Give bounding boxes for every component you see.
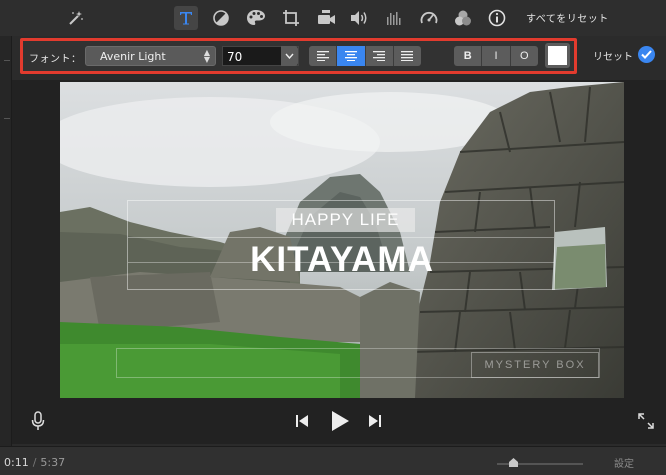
main-title-text[interactable]: KITAYAMA (60, 240, 624, 280)
filter-icon[interactable] (451, 6, 475, 30)
font-size-value: 70 (227, 50, 243, 64)
color-balance-icon[interactable] (209, 6, 233, 30)
panel-divider (4, 60, 10, 61)
font-family-select[interactable]: Avenir Light ▲ ▼ (85, 46, 216, 66)
subtitle-text[interactable]: HAPPY LIFE (276, 208, 415, 232)
speed-icon[interactable] (417, 6, 441, 30)
skip-back-icon[interactable] (294, 413, 310, 429)
camera-stabilization-icon[interactable] (314, 6, 338, 30)
timecode: 0:11/5:37 (4, 456, 65, 469)
time-separator: / (32, 456, 37, 469)
video-preview[interactable]: HAPPY LIFE KITAYAMA MYSTERY BOX (60, 82, 624, 398)
reset-button[interactable]: リセット (593, 48, 633, 63)
title-text-icon[interactable] (174, 6, 198, 30)
color-palette-icon[interactable] (244, 6, 268, 30)
align-justify-icon (401, 51, 414, 61)
chevron-down-icon[interactable] (281, 46, 298, 66)
font-size-field[interactable]: 70 (222, 46, 299, 66)
equalizer-icon[interactable] (382, 6, 406, 30)
play-icon[interactable] (328, 409, 352, 433)
total-time: 5:37 (40, 456, 66, 469)
left-panel-edge (0, 0, 12, 475)
watermark-text: MYSTERY BOX (471, 352, 599, 378)
color-swatch (548, 46, 567, 65)
align-right-icon (373, 51, 386, 61)
magic-wand-icon[interactable] (64, 6, 88, 30)
align-justify-button[interactable] (393, 46, 421, 66)
volume-icon[interactable] (347, 6, 371, 30)
bold-button[interactable]: B (454, 46, 483, 66)
fullscreen-icon[interactable] (637, 412, 655, 430)
crop-icon[interactable] (279, 6, 303, 30)
current-time: 0:11 (4, 456, 29, 469)
skip-forward-icon[interactable] (367, 413, 383, 429)
text-style-group: B I O (454, 46, 538, 66)
text-alignment-group (309, 46, 421, 66)
align-left-icon (316, 51, 329, 61)
reset-all-button[interactable]: すべてをリセット (526, 10, 609, 25)
text-color-well[interactable] (545, 43, 570, 68)
info-icon[interactable] (485, 6, 509, 30)
align-center-button[interactable] (337, 46, 366, 66)
font-label: フォント： (29, 54, 82, 65)
settings-button[interactable]: 設定 (614, 455, 634, 470)
align-center-icon (344, 51, 357, 61)
up-down-chevron-icon: ▲ ▼ (203, 48, 210, 64)
status-bar: 0:11/5:37 設定 (0, 446, 666, 475)
font-family-value: Avenir Light (100, 50, 166, 63)
font-settings-bar: フォント： Avenir Light ▲ ▼ 70 B I O (20, 38, 577, 74)
align-left-button[interactable] (309, 46, 338, 66)
zoom-slider-handle[interactable] (509, 458, 518, 467)
adjustment-toolbar: すべてをリセット (0, 0, 666, 36)
italic-button[interactable]: I (482, 46, 511, 66)
playback-controls (12, 400, 666, 444)
outline-button[interactable]: O (510, 46, 538, 66)
checkmark-icon[interactable] (638, 46, 655, 63)
align-right-button[interactable] (365, 46, 394, 66)
panel-divider (4, 118, 10, 119)
microphone-icon[interactable] (29, 410, 47, 432)
